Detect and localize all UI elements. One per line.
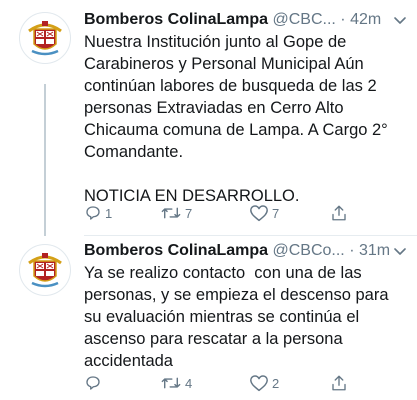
fire-department-crest-icon	[21, 246, 69, 294]
tweet-text: Nuestra Institución junto al Gope de Car…	[84, 33, 388, 205]
reply-icon	[86, 206, 100, 220]
retweet-button[interactable]: 4	[160, 372, 192, 394]
avatar[interactable]	[19, 12, 71, 64]
heart-icon	[250, 205, 268, 222]
fire-department-crest-icon	[21, 14, 69, 62]
like-button[interactable]: 2	[249, 372, 279, 394]
heart-icon	[250, 375, 268, 392]
tweet-1[interactable]: Bomberos ColinaLampa @CBC... · 42m Nuest…	[0, 0, 417, 236]
share-icon	[332, 205, 346, 221]
share-icon	[332, 375, 346, 391]
tweet-timestamp[interactable]: 42m	[350, 11, 381, 28]
like-count: 7	[272, 205, 280, 221]
tweet-2[interactable]: Bomberos ColinaLampa @CBCo... · 31m Ya s…	[0, 236, 417, 400]
reply-icon	[86, 376, 100, 390]
retweet-icon	[161, 377, 181, 389]
display-name[interactable]: Bomberos ColinaLampa	[84, 11, 268, 28]
tweet-timestamp[interactable]: 31m	[359, 242, 390, 259]
retweet-button[interactable]: 7	[160, 202, 192, 224]
reply-count: 1	[105, 205, 113, 221]
display-name[interactable]: Bomberos ColinaLampa	[84, 242, 268, 259]
retweet-count: 4	[185, 375, 193, 391]
like-button[interactable]: 7	[249, 202, 279, 224]
share-button[interactable]	[330, 202, 348, 224]
chevron-down-icon[interactable]	[393, 244, 407, 258]
retweet-icon	[161, 207, 181, 219]
retweet-count: 7	[185, 205, 193, 221]
separator-dot: ·	[340, 11, 346, 28]
avatar[interactable]	[19, 244, 71, 296]
tweet-text: Ya se realizo contacto con una de las pe…	[84, 264, 389, 370]
tweet-header: Bomberos ColinaLampa @CBC... · 42m	[84, 10, 407, 30]
user-handle[interactable]: @CBCo...	[272, 242, 344, 259]
tweet-header: Bomberos ColinaLampa @CBCo... · 31m	[84, 241, 407, 261]
chevron-down-icon[interactable]	[393, 13, 407, 27]
user-handle[interactable]: @CBC...	[272, 11, 335, 28]
tweet-actions: 1 7 7	[84, 202, 364, 224]
reply-button[interactable]: 1	[84, 202, 112, 224]
reply-button[interactable]	[84, 372, 105, 394]
like-count: 2	[272, 375, 280, 391]
separator-dot: ·	[349, 242, 355, 259]
tweet-actions: 4 2	[84, 372, 364, 394]
share-button[interactable]	[330, 372, 348, 394]
